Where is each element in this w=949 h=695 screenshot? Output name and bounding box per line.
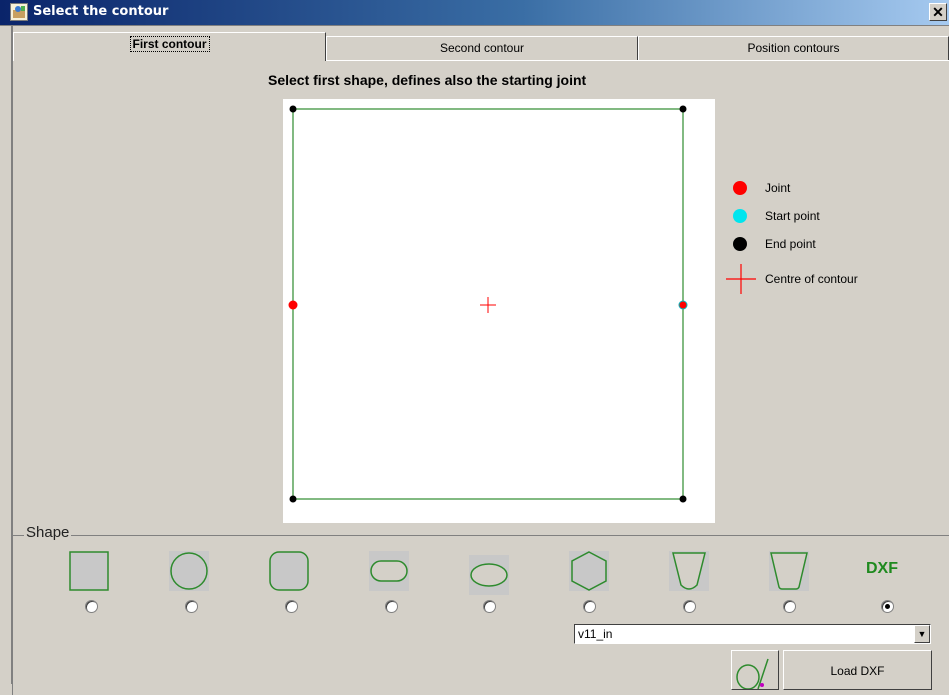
tab-label: First contour xyxy=(129,36,210,52)
dxf-preview-icon xyxy=(736,658,769,690)
shape-radio-circle[interactable] xyxy=(185,600,198,613)
circle-shape-icon[interactable] xyxy=(169,551,209,591)
tab-first-contour[interactable]: First contour xyxy=(13,32,326,61)
tab-label: Second contour xyxy=(439,41,525,55)
shape-radio-trapezoid[interactable] xyxy=(783,600,796,613)
shape-group-label: Shape xyxy=(24,524,72,541)
dxf-file-select[interactable]: v11_in ▼ xyxy=(574,624,931,644)
end-point-marker xyxy=(679,495,687,503)
end-point-marker xyxy=(289,105,297,113)
centre-legend-icon xyxy=(726,264,756,294)
joint-legend-icon xyxy=(733,181,747,195)
app-icon xyxy=(10,3,28,21)
close-icon: ✕ xyxy=(932,4,944,20)
shape-radio-dxf[interactable] xyxy=(881,600,894,613)
instruction-text: Select first shape, defines also the sta… xyxy=(268,72,587,88)
trapezoid-shape-icon[interactable] xyxy=(769,551,809,591)
legend-end-point-label: End point xyxy=(765,237,816,251)
end-point-marker xyxy=(679,105,687,113)
shape-radio-square[interactable] xyxy=(85,600,98,613)
shape-radio-ellipse[interactable] xyxy=(483,600,496,613)
legend-centre-label: Centre of contour xyxy=(765,272,858,286)
rounded-trapezoid-shape-icon[interactable] xyxy=(669,551,709,591)
dxf-file-value: v11_in xyxy=(578,627,613,641)
joint-marker xyxy=(679,301,687,309)
window-title: Select the contour xyxy=(33,4,169,19)
tab-label: Position contours xyxy=(747,41,840,55)
legend-start-point-label: Start point xyxy=(765,209,820,223)
end-point-marker xyxy=(289,495,297,503)
end-point-legend-icon xyxy=(733,237,747,251)
tab-position-contours[interactable]: Position contours xyxy=(638,36,949,60)
close-button[interactable]: ✕ xyxy=(929,3,947,21)
dxf-preview-button[interactable] xyxy=(731,650,779,690)
centre-marker xyxy=(480,297,496,313)
load-dxf-button[interactable]: Load DXF xyxy=(783,650,932,690)
joint-marker xyxy=(288,300,298,310)
start-point-legend-icon xyxy=(733,209,747,223)
ellipse-shape-icon[interactable] xyxy=(469,555,509,595)
rounded-rectangle-shape-icon[interactable] xyxy=(369,551,409,591)
shape-radio-rounded-rectangle[interactable] xyxy=(385,600,398,613)
dxf-shape-icon[interactable]: DXF xyxy=(866,560,898,578)
shape-radio-hexagon[interactable] xyxy=(583,600,596,613)
tab-second-contour[interactable]: Second contour xyxy=(326,36,638,60)
title-bar: Select the contour ✕ xyxy=(0,0,949,26)
square-shape-icon[interactable] xyxy=(69,551,109,591)
shape-radio-rounded-square[interactable] xyxy=(285,600,298,613)
hexagon-shape-icon[interactable] xyxy=(569,551,609,591)
chevron-down-icon[interactable]: ▼ xyxy=(914,625,930,643)
contour-preview xyxy=(283,99,715,523)
shape-radio-rounded-trapezoid[interactable] xyxy=(683,600,696,613)
legend-joint-label: Joint xyxy=(765,181,791,195)
rounded-square-shape-icon[interactable] xyxy=(269,551,309,591)
